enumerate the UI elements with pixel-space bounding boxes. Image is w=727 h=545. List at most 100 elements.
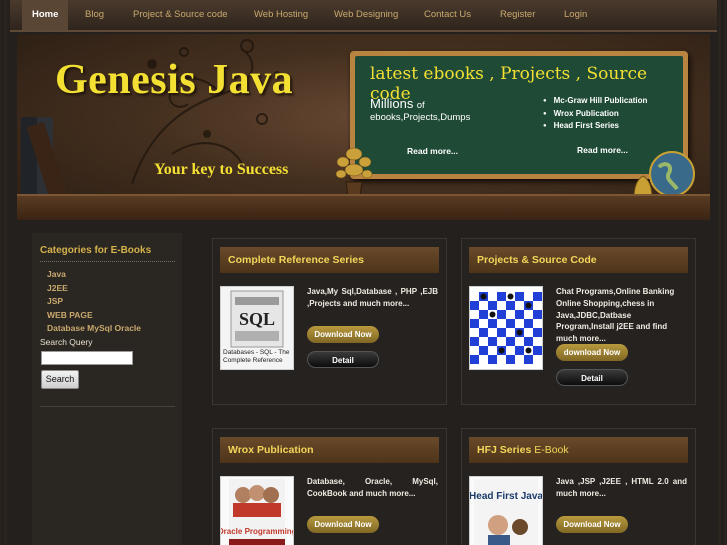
card-title[interactable]: Wrox Publication (220, 437, 439, 463)
card-description: Java ,JSP ,J2EE , HTML 2.0 and much more… (556, 477, 687, 498)
card-title-text: Projects & Source Code (477, 254, 597, 266)
card-title-text: HFJ Series (477, 444, 532, 456)
chess-square (479, 319, 488, 328)
chess-square (497, 337, 506, 346)
category-link-jsp[interactable]: JSP (47, 295, 141, 309)
read-more-link[interactable]: Read more... (577, 145, 628, 155)
board-list-item: Wrox Publication (543, 109, 647, 118)
chess-square (515, 292, 524, 301)
chess-square (515, 355, 524, 364)
category-list: Java J2EE JSP WEB PAGE Database MySql Or… (47, 268, 141, 336)
chess-square (488, 292, 497, 301)
category-link-web-page[interactable]: WEB PAGE (47, 309, 141, 323)
card-subtitle-text: E-Book (534, 444, 569, 456)
head-first-java-cover[interactable]: Head First Java (469, 476, 543, 545)
chess-square (470, 301, 479, 310)
chess-square (497, 355, 506, 364)
chalkboard: latest ebooks , Projects , Source code M… (350, 51, 688, 179)
svg-text:SQL: SQL (239, 309, 275, 329)
chess-square (497, 301, 506, 310)
read-more-link[interactable]: Read more... (407, 146, 458, 156)
chess-square (479, 310, 488, 319)
chess-square (515, 310, 524, 319)
book-caption: Databases - SQL - The Complete Reference (223, 349, 290, 364)
header-banner: Genesis Java Your key to Success latest … (17, 34, 710, 220)
board-desc: ebooks,Projects,Dumps (370, 112, 471, 123)
chess-square (506, 310, 515, 319)
download-now-button[interactable]: Download Now (307, 326, 379, 343)
oracle-book-cover[interactable]: Oracle Programming (217, 476, 297, 545)
card-title-text: Complete Reference Series (228, 254, 364, 266)
nav-contact-us[interactable]: Contact Us (414, 0, 481, 30)
search-button[interactable]: Search (41, 370, 79, 389)
chess-square (497, 328, 506, 337)
sidebar-title: Categories for E-Books (40, 245, 152, 256)
chess-square (533, 337, 542, 346)
chess-piece-icon (516, 329, 523, 336)
card-title[interactable]: HFJ Series E-Book (469, 437, 688, 463)
card-title[interactable]: Projects & Source Code (469, 247, 688, 273)
top-nav: Home Blog Project & Source code Web Host… (10, 0, 717, 32)
nav-register[interactable]: Register (490, 0, 545, 30)
board-list-item: Mc-Graw Hill Publication (543, 96, 648, 105)
tagline: Your key to Success (154, 161, 289, 178)
book-caption: Head First Java (470, 491, 542, 502)
search-input[interactable] (41, 351, 133, 365)
card-title[interactable]: Complete Reference Series (220, 247, 439, 273)
chess-square (506, 328, 515, 337)
chess-piece-icon (507, 293, 514, 300)
book-caption: Oracle Programming (221, 527, 293, 536)
chess-square (524, 328, 533, 337)
chess-piece-icon (489, 311, 496, 318)
chess-piece-icon (480, 293, 487, 300)
download-now-button[interactable]: Download Now (556, 516, 628, 533)
chess-square (470, 346, 479, 355)
chess-square (470, 292, 479, 301)
site-title: Genesis Java (55, 57, 294, 103)
chess-piece-icon (525, 347, 532, 354)
chess-square (479, 346, 488, 355)
chess-square (533, 328, 542, 337)
category-link-java[interactable]: Java (47, 268, 141, 282)
card-description: Database, Oracle, MySql, CookBook and mu… (307, 477, 438, 498)
millions-text: Millions (370, 96, 414, 111)
of-text: of (416, 100, 425, 111)
nav-login[interactable]: Login (554, 0, 597, 30)
category-link-j2ee[interactable]: J2EE (47, 282, 141, 296)
chalkboard-surface: latest ebooks , Projects , Source code M… (355, 56, 683, 174)
board-millions: Millions of (370, 96, 425, 111)
chess-square (506, 301, 515, 310)
chess-square (497, 319, 506, 328)
book-cover-icon: Head First Java (469, 479, 543, 545)
chess-square (497, 292, 506, 301)
nav-blog[interactable]: Blog (75, 0, 114, 30)
nav-web-designing[interactable]: Web Designing (324, 0, 408, 30)
chess-square (488, 319, 497, 328)
detail-button[interactable]: Detail (556, 369, 628, 386)
chess-square (488, 301, 497, 310)
chess-square (470, 310, 479, 319)
chess-square (497, 310, 506, 319)
nav-home[interactable]: Home (22, 0, 69, 30)
category-link-database[interactable]: Database MySql Oracle (47, 322, 141, 336)
download-now-button[interactable]: Download Now (307, 516, 379, 533)
chess-board-image[interactable] (469, 286, 543, 370)
divider (40, 406, 175, 407)
chess-square (470, 319, 479, 328)
nav-web-hosting[interactable]: Web Hosting (244, 0, 318, 30)
chess-square (479, 355, 488, 364)
card-description: Chat Programs,Online Banking Online Shop… (556, 287, 675, 344)
chess-square (470, 328, 479, 337)
chess-square (506, 337, 515, 346)
download-now-button[interactable]: download Now (556, 344, 628, 361)
board-list: Mc-Graw Hill Publication Wrox Publicatio… (543, 96, 648, 134)
detail-button[interactable]: Detail (307, 351, 379, 368)
chess-square (515, 319, 524, 328)
chess-square (533, 301, 542, 310)
sql-book-cover[interactable]: SQL Databases - SQL - The Complete Refer… (220, 286, 294, 370)
board-list-item: Head First Series (543, 121, 647, 130)
nav-projects[interactable]: Project & Source code (123, 0, 238, 30)
chess-square (533, 319, 542, 328)
chess-square (524, 319, 533, 328)
chess-square (488, 346, 497, 355)
